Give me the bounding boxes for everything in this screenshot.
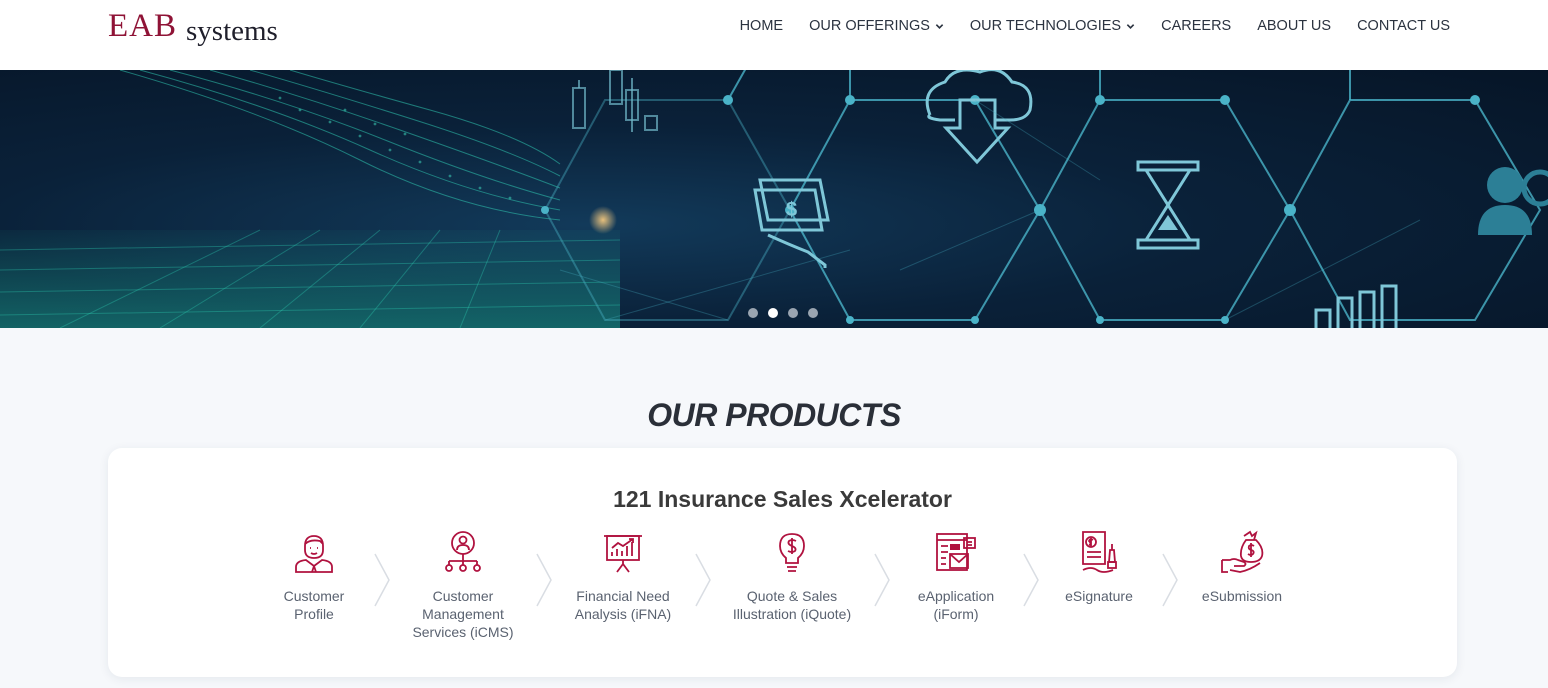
step-separator	[536, 553, 552, 607]
step-label: Customer Management Services (iCMS)	[412, 588, 514, 640]
product-step-esubmission[interactable]: eSubmission	[1177, 530, 1307, 605]
product-step-customer-profile[interactable]: Customer Profile	[249, 530, 379, 623]
carousel-dot[interactable]	[748, 308, 758, 318]
step-label: eApplication (iForm)	[917, 588, 995, 622]
carousel-dot[interactable]	[788, 308, 798, 318]
nav-label: HOME	[739, 18, 784, 34]
eab-logo[interactable]: EAB systems	[108, 8, 278, 48]
eform-icon	[936, 533, 976, 571]
nav-home[interactable]: HOME	[740, 15, 784, 37]
svg-text:$: $	[786, 199, 797, 221]
step-separator	[374, 553, 390, 607]
step-separator	[695, 553, 711, 607]
nav-label: CONTACT US	[1357, 18, 1450, 34]
nav-label: ABOUT US	[1257, 18, 1332, 34]
section-title: OUR PRODUCTS	[647, 397, 901, 433]
cloud-download-icon	[925, 70, 1033, 165]
logo-suffix: systems	[186, 15, 278, 47]
product-step-iquote[interactable]: Quote & Sales Illustration (iQuote)	[727, 530, 857, 623]
step-label: eSubmission	[1201, 588, 1283, 604]
customer-network-icon	[445, 531, 481, 572]
product-step-ifna[interactable]: Financial Need Analysis (iFNA)	[558, 530, 688, 623]
product-step-iform[interactable]: eApplication (iForm)	[891, 530, 1021, 623]
step-label: Financial Need Analysis (iFNA)	[574, 588, 672, 622]
money-hand-icon	[753, 178, 830, 268]
growth-chart-icon	[604, 535, 642, 573]
nav-label: OUR OFFERINGS	[809, 18, 930, 34]
carousel-indicators	[748, 308, 828, 318]
nav-label: OUR TECHNOLOGIES	[969, 18, 1122, 34]
step-label: Customer Profile	[283, 588, 345, 622]
product-card: 121 Insurance Sales Xcelerator Customer …	[108, 448, 1457, 677]
hourglass-icon	[1136, 160, 1200, 250]
hero-carousel[interactable]: $	[0, 70, 1548, 328]
product-step-icms[interactable]: Customer Management Services (iCMS)	[398, 530, 528, 641]
customer-profile-icon	[295, 535, 333, 573]
money-bag-hand-icon	[1221, 530, 1264, 573]
lightbulb-dollar-icon	[779, 533, 805, 572]
carousel-dot[interactable]	[808, 308, 818, 318]
hero-network-graphic: $	[0, 70, 1548, 328]
main-nav: HOME OUR OFFERINGS OUR TECHNOLOGIES CARE…	[740, 15, 1450, 37]
chevron-down-icon	[935, 23, 944, 29]
nav-about-us[interactable]: ABOUT US	[1257, 15, 1331, 37]
nav-label: CAREERS	[1161, 18, 1232, 34]
nav-careers[interactable]: CAREERS	[1161, 15, 1231, 37]
card-title: 121 Insurance Sales Xcelerator	[613, 486, 952, 512]
logo-brand: EAB	[108, 8, 177, 44]
step-label: eSignature	[1065, 588, 1133, 604]
bar-chart-icon	[1314, 284, 1398, 328]
chevron-down-icon	[1126, 23, 1135, 29]
carousel-dot[interactable]	[768, 308, 778, 318]
nav-contact-us[interactable]: CONTACT US	[1357, 15, 1450, 37]
esignature-icon	[1082, 531, 1117, 573]
nav-our-offerings[interactable]: OUR OFFERINGS	[809, 15, 944, 37]
site-header: EAB systems HOME OUR OFFERINGS OUR TECHN…	[0, 0, 1548, 70]
nav-our-technologies[interactable]: OUR TECHNOLOGIES	[970, 15, 1135, 37]
step-separator	[874, 553, 890, 607]
step-label: Quote & Sales Illustration (iQuote)	[732, 588, 852, 622]
product-step-esignature[interactable]: eSignature	[1034, 530, 1164, 605]
user-search-icon	[1478, 167, 1532, 235]
